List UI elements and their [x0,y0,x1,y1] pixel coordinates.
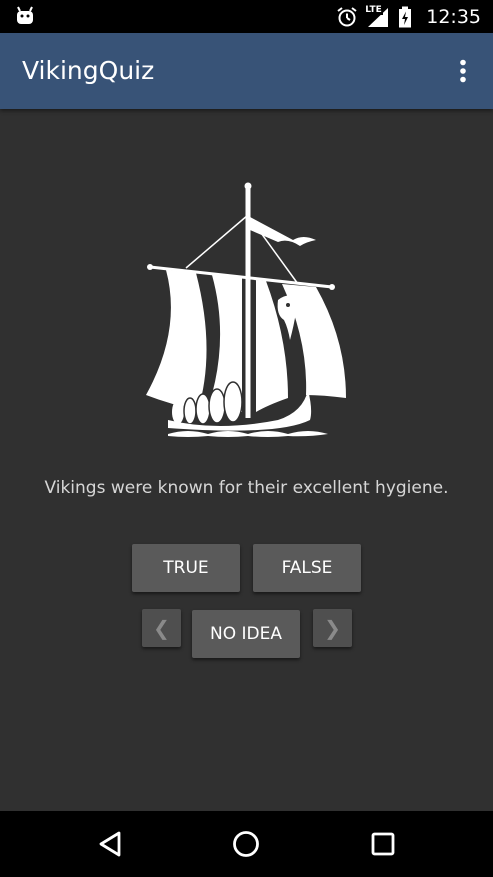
status-bar: LTE 12:35 [0,0,493,33]
navigation-bar [0,811,493,877]
status-time: 12:35 [426,5,481,28]
alarm-icon [336,6,358,28]
recents-icon[interactable] [367,828,399,860]
app-bar: VikingQuiz [0,33,493,109]
app-title: VikingQuiz [22,56,155,85]
no-idea-button[interactable]: NO IDEA [192,610,300,658]
true-button[interactable]: TRUE [132,544,240,592]
battery-charging-icon [398,6,412,28]
false-button[interactable]: FALSE [253,544,361,592]
back-icon[interactable] [94,828,126,860]
question-text: Vikings were known for their excellent h… [44,478,449,498]
android-debug-icon [14,6,36,26]
signal-icon: LTE [364,4,390,28]
home-icon[interactable] [230,828,262,860]
chevron-left-icon: ❮ [153,616,170,640]
network-type-label: LTE [364,4,383,15]
viking-ship-icon [138,180,358,440]
more-vert-icon[interactable] [451,57,475,85]
prev-button[interactable]: ❮ [142,609,181,647]
next-button[interactable]: ❯ [313,609,352,647]
status-icons: LTE 12:35 [336,0,481,33]
chevron-right-icon: ❯ [324,616,341,640]
